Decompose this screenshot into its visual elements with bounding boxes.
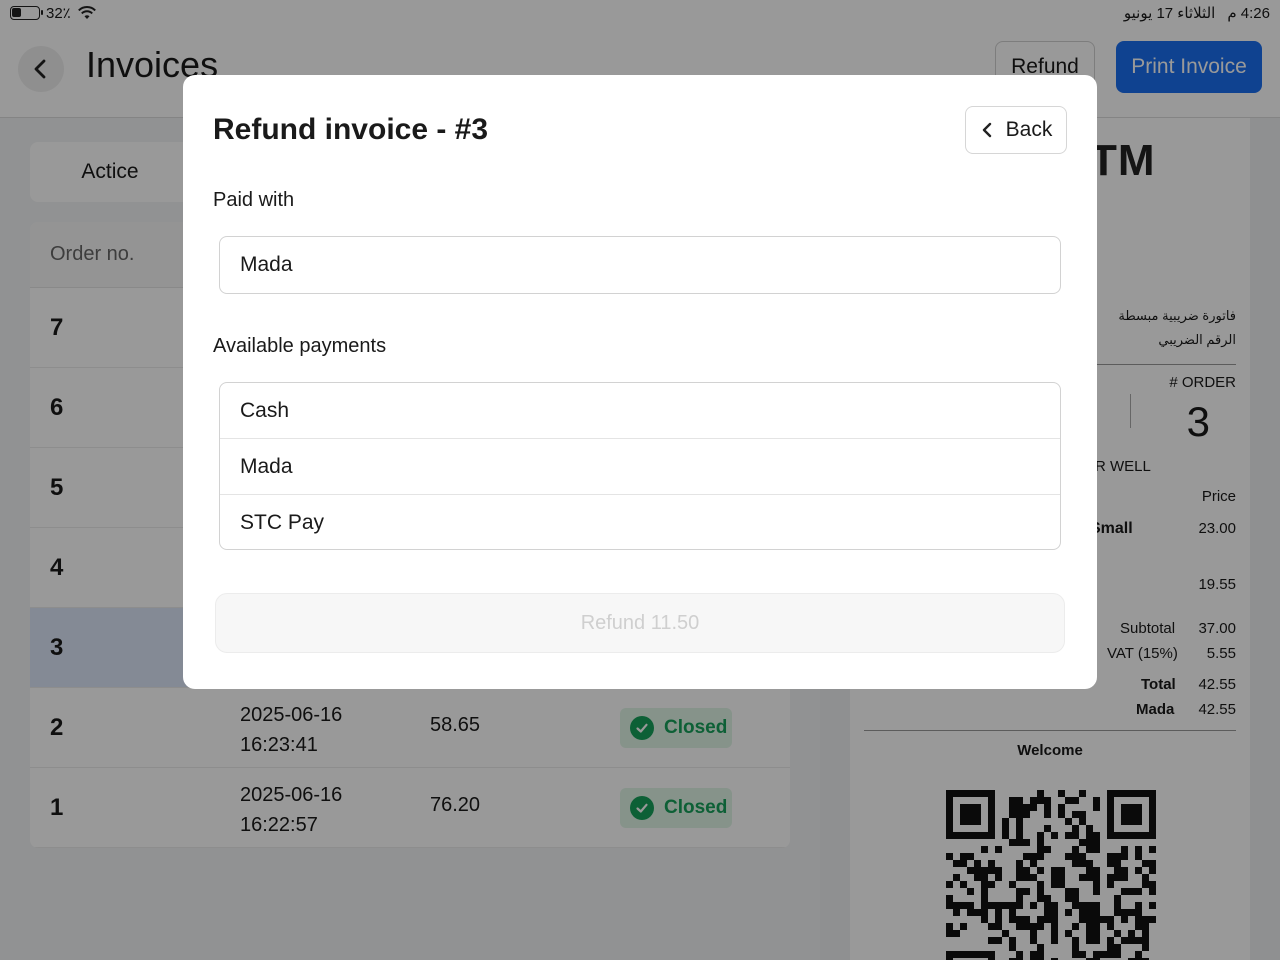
available-payments-label: Available payments [213,335,387,357]
payment-option-cash[interactable]: Cash [220,383,1060,439]
modal-back-button[interactable]: Back [965,106,1067,154]
modal-title: Refund invoice - #3 [213,113,489,146]
paid-with-value: Mada [240,253,293,276]
paid-with-label: Paid with [213,189,295,211]
paid-with-field[interactable]: Mada [219,236,1061,294]
chevron-left-icon [982,122,991,138]
refund-submit-button[interactable]: Refund 11.50 [215,593,1065,653]
available-payments-list: Cash Mada STC Pay [219,382,1061,550]
payment-option-mada[interactable]: Mada [220,439,1060,495]
back-label: Back [1005,118,1053,141]
payment-option-stc-pay[interactable]: STC Pay [220,495,1060,549]
refund-modal: Refund invoice - #3 Back Paid with Mada … [183,75,1097,689]
